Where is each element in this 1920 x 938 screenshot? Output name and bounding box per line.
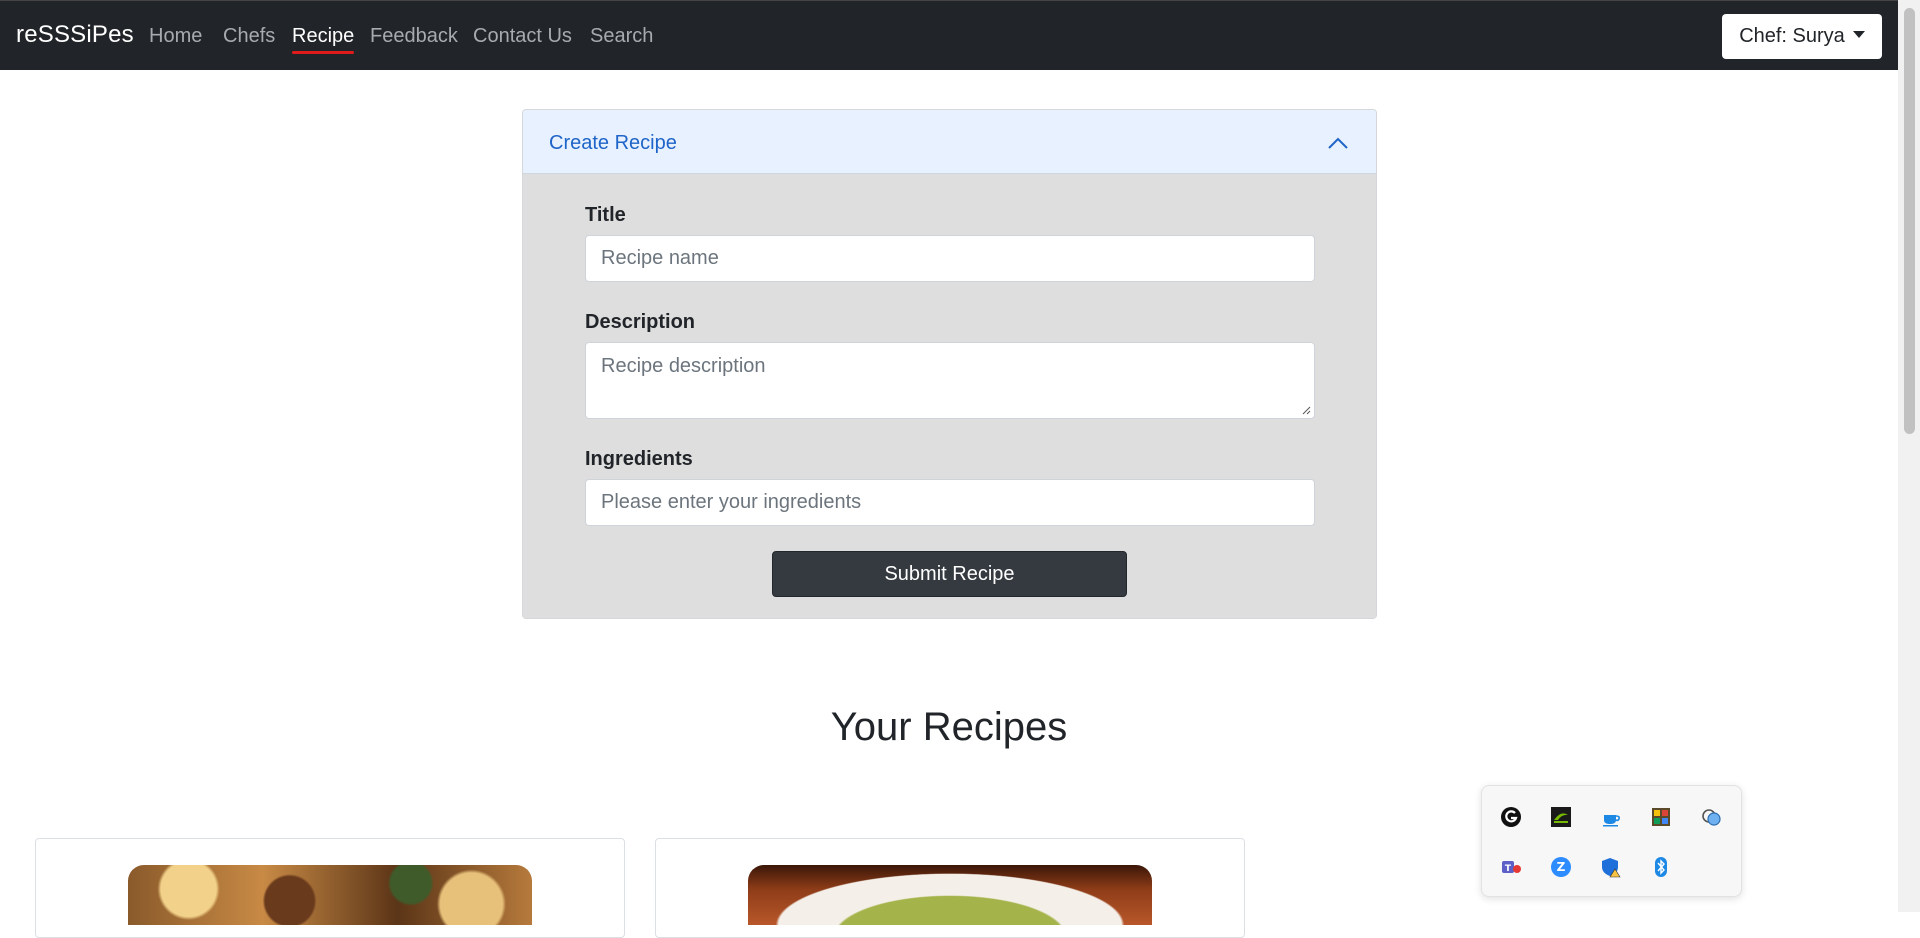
ingredients-placeholder: Please enter your ingredients bbox=[601, 491, 862, 513]
description-label: Description bbox=[585, 311, 696, 333]
nav-search[interactable]: Search bbox=[590, 25, 653, 48]
ingredients-input[interactable]: Please enter your ingredients bbox=[585, 479, 1315, 526]
recipe-image bbox=[748, 865, 1152, 925]
zoom-icon[interactable]: Z bbox=[1550, 856, 1572, 878]
scrollbar-thumb[interactable] bbox=[1904, 8, 1915, 434]
nav-home[interactable]: Home bbox=[149, 25, 202, 48]
app-grid-icon[interactable] bbox=[1650, 806, 1672, 828]
svg-text:T: T bbox=[1505, 864, 1512, 874]
nav-contact-us[interactable]: Contact Us bbox=[473, 25, 572, 48]
title-placeholder: Recipe name bbox=[601, 247, 719, 269]
cloud-sync-icon[interactable] bbox=[1700, 806, 1722, 828]
brand-logo[interactable]: reSSSiPes bbox=[16, 21, 134, 49]
submit-recipe-button[interactable]: Submit Recipe bbox=[772, 551, 1127, 597]
recipe-card[interactable] bbox=[35, 838, 625, 938]
nav-feedback[interactable]: Feedback bbox=[370, 25, 458, 48]
top-navbar: reSSSiPes Home Chefs Recipe Feedback Con… bbox=[0, 0, 1898, 70]
svg-text:Z: Z bbox=[1557, 860, 1566, 874]
caret-down-icon bbox=[1852, 31, 1865, 38]
ingredients-label: Ingredients bbox=[585, 448, 693, 470]
description-textarea[interactable]: Recipe description bbox=[585, 342, 1315, 419]
accordion-title: Create Recipe bbox=[549, 132, 677, 154]
title-input[interactable]: Recipe name bbox=[585, 235, 1315, 282]
create-recipe-accordion-header[interactable]: Create Recipe bbox=[523, 110, 1376, 174]
your-recipes-heading: Your Recipes bbox=[830, 705, 1068, 749]
recipe-image bbox=[128, 865, 532, 925]
security-warning-icon[interactable] bbox=[1600, 856, 1622, 878]
logitech-g-hub-icon[interactable] bbox=[1500, 806, 1522, 828]
create-recipe-form: Title Recipe name Description Recipe des… bbox=[523, 174, 1376, 618]
bluetooth-icon[interactable] bbox=[1650, 856, 1672, 878]
teams-icon[interactable]: T bbox=[1500, 856, 1522, 878]
chef-account-dropdown[interactable]: Chef: Surya bbox=[1722, 14, 1882, 59]
nav-recipe[interactable]: Recipe bbox=[292, 25, 355, 54]
resize-handle-icon[interactable] bbox=[1301, 405, 1311, 415]
recipe-card[interactable] bbox=[655, 838, 1245, 938]
chevron-up-icon bbox=[1328, 137, 1348, 149]
create-recipe-accordion: Create Recipe Title Recipe name Descript… bbox=[522, 109, 1377, 619]
system-tray-overflow: T Z bbox=[1481, 785, 1742, 897]
java-icon[interactable] bbox=[1600, 806, 1622, 828]
title-label: Title bbox=[585, 204, 626, 226]
nav-chefs[interactable]: Chefs bbox=[223, 25, 275, 48]
page-scrollbar[interactable] bbox=[1898, 0, 1920, 912]
chef-account-label: Chef: Surya bbox=[1739, 25, 1845, 47]
nvidia-icon[interactable] bbox=[1550, 806, 1572, 828]
description-placeholder: Recipe description bbox=[601, 355, 766, 377]
